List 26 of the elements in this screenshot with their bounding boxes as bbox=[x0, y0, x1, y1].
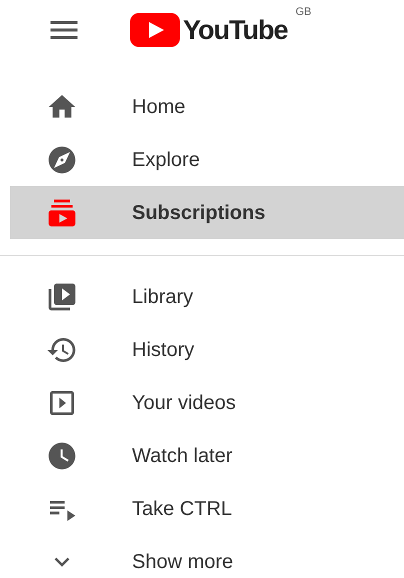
video-library-icon bbox=[46, 280, 78, 312]
item-label: Show more bbox=[132, 550, 234, 574]
item-label: History bbox=[132, 338, 194, 362]
item-label: Explore bbox=[132, 148, 200, 172]
subscriptions-icon bbox=[46, 196, 78, 228]
sidebar-item[interactable]: Library bbox=[10, 270, 404, 323]
sidebar-item[interactable]: History bbox=[10, 323, 404, 376]
item-label: Your videos bbox=[132, 390, 236, 416]
compass-icon bbox=[46, 144, 78, 176]
item-label: Watch later bbox=[132, 444, 232, 468]
item-label: Home bbox=[132, 94, 186, 120]
play-logo-icon bbox=[130, 13, 180, 47]
chevron-down-icon bbox=[54, 556, 70, 566]
item-label: Library bbox=[132, 284, 194, 310]
item-label: Subscriptions bbox=[132, 200, 266, 226]
clock-icon bbox=[46, 440, 78, 472]
sidebar-item[interactable]: Your videos bbox=[10, 376, 404, 429]
sidebar-item[interactable]: Take CTRL bbox=[10, 482, 404, 535]
sidebar-item[interactable]: Explore bbox=[10, 133, 404, 186]
sidebar-item[interactable]: Watch later bbox=[10, 429, 404, 482]
sidebar-item[interactable]: Home bbox=[10, 80, 404, 133]
logo-text[interactable]: YouTube bbox=[183, 10, 288, 50]
sidebar-item[interactable]: Show more bbox=[10, 535, 404, 578]
region-code: GB bbox=[295, 4, 312, 20]
item-label: Take CTRL bbox=[132, 496, 232, 522]
sidebar-item[interactable]: Subscriptions bbox=[10, 186, 404, 239]
